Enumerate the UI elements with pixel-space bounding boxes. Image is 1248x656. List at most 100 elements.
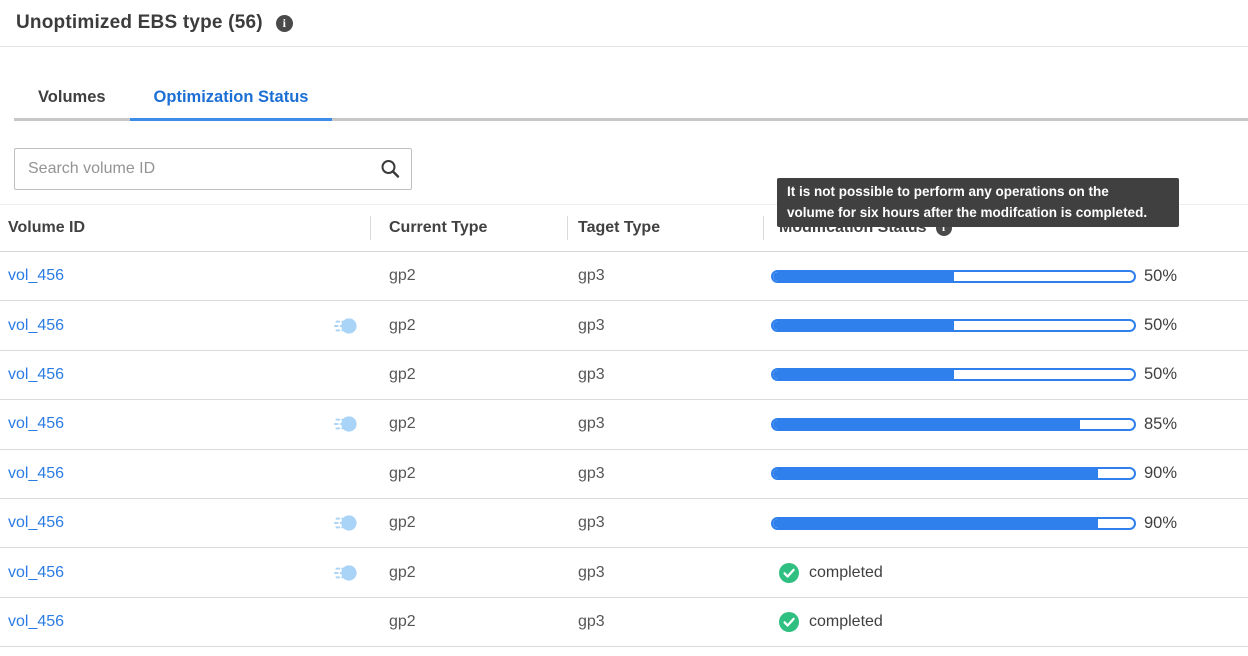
table-row: vol_456 gp2 gp3 90%	[0, 450, 1248, 499]
table-row: vol_456 gp2 gp3 50%	[0, 301, 1248, 350]
progress-status: 50%	[771, 365, 1177, 384]
progress-bar	[771, 418, 1136, 431]
modification-status-cell: completed	[764, 548, 1248, 596]
volume-id-link[interactable]: vol_456	[8, 613, 64, 631]
completed-status: completed	[771, 563, 883, 583]
volume-id-link[interactable]: vol_456	[8, 465, 64, 483]
progress-status: 50%	[771, 267, 1177, 286]
target-type-cell: gp3	[568, 548, 764, 596]
table-row: vol_456 gp2 gp3	[0, 548, 1248, 597]
current-type-cell: gp2	[371, 450, 568, 498]
completed-label: completed	[809, 613, 883, 631]
search-icon	[379, 158, 401, 180]
volume-id-cell: vol_456	[0, 499, 371, 547]
table-row: vol_456 gp2 gp3 50%	[0, 351, 1248, 400]
progress-fill	[773, 370, 954, 379]
modification-status-cell: 50%	[764, 301, 1248, 349]
progress-bar	[771, 319, 1136, 332]
progress-label: 50%	[1144, 365, 1177, 384]
progress-label: 90%	[1144, 514, 1177, 533]
completed-label: completed	[809, 564, 883, 582]
target-type-cell: gp3	[568, 400, 764, 448]
progress-bar	[771, 467, 1136, 480]
modification-status-cell: 90%	[764, 450, 1248, 498]
table-row: vol_456 gp2 gp3 85%	[0, 400, 1248, 449]
progress-fill	[773, 321, 954, 330]
progress-fill	[773, 420, 1080, 429]
fast-transfer-icon	[334, 513, 357, 533]
optimization-table: Volume ID Current Type Taget Type Modifi…	[0, 204, 1248, 647]
tab-optimization-status[interactable]: Optimization Status	[130, 88, 333, 121]
progress-status: 90%	[771, 464, 1177, 483]
search-row	[14, 148, 412, 190]
modification-status-cell: 50%	[764, 252, 1248, 300]
table-row: vol_456 gp2 gp3	[0, 598, 1248, 647]
target-type-cell: gp3	[568, 450, 764, 498]
search-button[interactable]	[378, 157, 402, 181]
progress-fill	[773, 469, 1098, 478]
volume-id-cell: vol_456	[0, 450, 371, 498]
tooltip-line-2: volume for six hours after the modifcati…	[787, 202, 1169, 223]
volume-id-link[interactable]: vol_456	[8, 366, 64, 384]
modification-status-cell: 50%	[764, 351, 1248, 399]
progress-label: 85%	[1144, 415, 1177, 434]
table-row: vol_456 gp2 gp3 90%	[0, 499, 1248, 548]
column-header-volume-id: Volume ID	[0, 205, 371, 251]
current-type-cell: gp2	[371, 252, 568, 300]
progress-fill	[773, 272, 954, 281]
page-header: Unoptimized EBS type (56) i	[0, 0, 1248, 47]
target-type-cell: gp3	[568, 499, 764, 547]
current-type-cell: gp2	[371, 301, 568, 349]
progress-bar	[771, 270, 1136, 283]
progress-label: 50%	[1144, 316, 1177, 335]
current-type-cell: gp2	[371, 598, 568, 646]
volume-id-cell: vol_456	[0, 548, 371, 596]
modification-status-cell: 85%	[764, 400, 1248, 448]
progress-status: 85%	[771, 415, 1177, 434]
volume-id-link[interactable]: vol_456	[8, 564, 64, 582]
tab-volumes[interactable]: Volumes	[14, 88, 130, 121]
fast-transfer-icon	[334, 414, 357, 434]
current-type-cell: gp2	[371, 400, 568, 448]
tooltip: It is not possible to perform any operat…	[777, 178, 1179, 227]
volume-id-link[interactable]: vol_456	[8, 415, 64, 433]
completed-status: completed	[771, 612, 883, 632]
fast-transfer-icon	[334, 563, 357, 583]
progress-label: 90%	[1144, 464, 1177, 483]
target-type-cell: gp3	[568, 252, 764, 300]
progress-bar	[771, 368, 1136, 381]
target-type-cell: gp3	[568, 351, 764, 399]
current-type-cell: gp2	[371, 351, 568, 399]
progress-status: 50%	[771, 316, 1177, 335]
target-type-cell: gp3	[568, 598, 764, 646]
current-type-cell: gp2	[371, 548, 568, 596]
table-body: vol_456 gp2 gp3 50%	[0, 252, 1248, 647]
info-icon[interactable]: i	[276, 15, 293, 32]
volume-id-cell: vol_456	[0, 252, 371, 300]
completed-check-icon	[779, 563, 799, 583]
target-type-cell: gp3	[568, 301, 764, 349]
search-input[interactable]	[14, 148, 412, 190]
tooltip-line-1: It is not possible to perform any operat…	[787, 181, 1169, 202]
progress-bar	[771, 517, 1136, 530]
volume-id-link[interactable]: vol_456	[8, 317, 64, 335]
volume-id-link[interactable]: vol_456	[8, 514, 64, 532]
column-header-current-type: Current Type	[371, 205, 568, 251]
current-type-cell: gp2	[371, 499, 568, 547]
volume-id-cell: vol_456	[0, 400, 371, 448]
progress-fill	[773, 519, 1098, 528]
volume-id-cell: vol_456	[0, 351, 371, 399]
completed-check-icon	[779, 612, 799, 632]
volume-id-cell: vol_456	[0, 598, 371, 646]
page-title: Unoptimized EBS type (56)	[16, 12, 263, 34]
progress-label: 50%	[1144, 267, 1177, 286]
column-header-target-type: Taget Type	[568, 205, 764, 251]
modification-status-cell: 90%	[764, 499, 1248, 547]
volume-id-link[interactable]: vol_456	[8, 267, 64, 285]
volume-id-cell: vol_456	[0, 301, 371, 349]
modification-status-cell: completed	[764, 598, 1248, 646]
fast-transfer-icon	[334, 316, 357, 336]
progress-status: 90%	[771, 514, 1177, 533]
table-row: vol_456 gp2 gp3 50%	[0, 252, 1248, 301]
tab-bar: Volumes Optimization Status	[14, 88, 1248, 121]
